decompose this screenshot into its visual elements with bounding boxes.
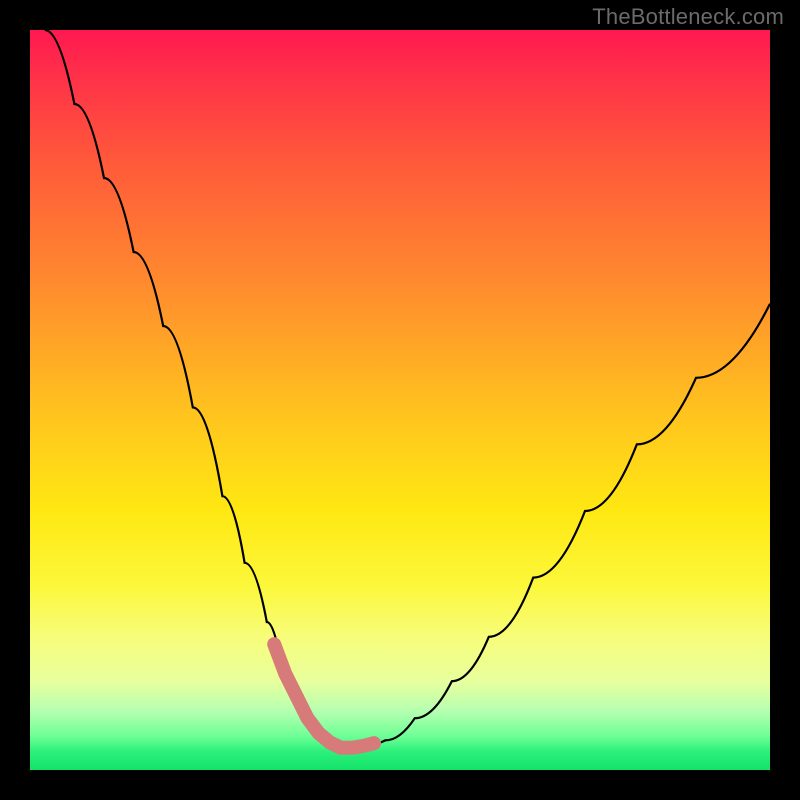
curve-layer	[30, 30, 770, 770]
valley-highlight	[274, 644, 374, 748]
chart-frame: TheBottleneck.com	[0, 0, 800, 800]
bottleneck-curve	[45, 30, 770, 748]
attribution-text: TheBottleneck.com	[592, 4, 784, 30]
plot-area	[30, 30, 770, 770]
